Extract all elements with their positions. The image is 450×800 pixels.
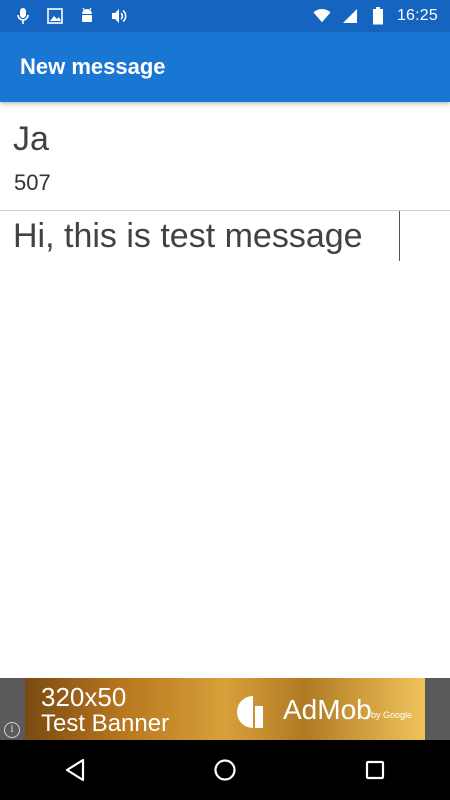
home-button[interactable] — [195, 740, 255, 800]
navigation-bar — [0, 740, 450, 800]
ad-area: i 320x50 Test Banner AdMob by Google — [0, 678, 450, 740]
notification-icons — [0, 7, 128, 25]
clock: 16:25 — [396, 7, 438, 24]
app-bar: New message — [0, 32, 450, 102]
text-cursor — [399, 211, 400, 261]
ad-brand: AdMob — [283, 694, 372, 725]
message-text: Hi, this is test message — [13, 217, 363, 255]
android-icon — [78, 7, 96, 25]
ad-brand-by: by Google — [371, 710, 413, 720]
status-bar: 16:25 — [0, 0, 450, 32]
wifi-icon — [313, 7, 331, 25]
info-icon[interactable]: i — [4, 722, 20, 738]
system-icons: 16:25 — [313, 7, 450, 25]
recents-icon — [365, 760, 385, 780]
admob-logo-icon — [237, 696, 263, 728]
back-icon — [65, 758, 85, 782]
screen: 16:25 New message Ja 507 Hi, this is tes… — [0, 0, 450, 800]
message-input[interactable]: Hi, this is test message — [0, 211, 450, 681]
recipient-number: 507 — [14, 170, 51, 195]
battery-icon — [369, 7, 387, 25]
image-icon — [46, 7, 64, 25]
mic-icon — [14, 7, 32, 25]
back-button[interactable] — [45, 740, 105, 800]
ad-label: Test Banner — [41, 710, 170, 737]
recipient-field[interactable]: Ja 507 — [0, 102, 450, 210]
recipient-name: Ja — [13, 120, 49, 158]
home-icon — [214, 759, 236, 781]
recents-button[interactable] — [345, 740, 405, 800]
page-title: New message — [20, 54, 166, 79]
ad-size-text: 320x50 — [41, 682, 127, 712]
signal-icon — [341, 7, 359, 25]
ad-banner[interactable]: 320x50 Test Banner AdMob by Google — [25, 678, 425, 740]
volume-icon — [110, 7, 128, 25]
